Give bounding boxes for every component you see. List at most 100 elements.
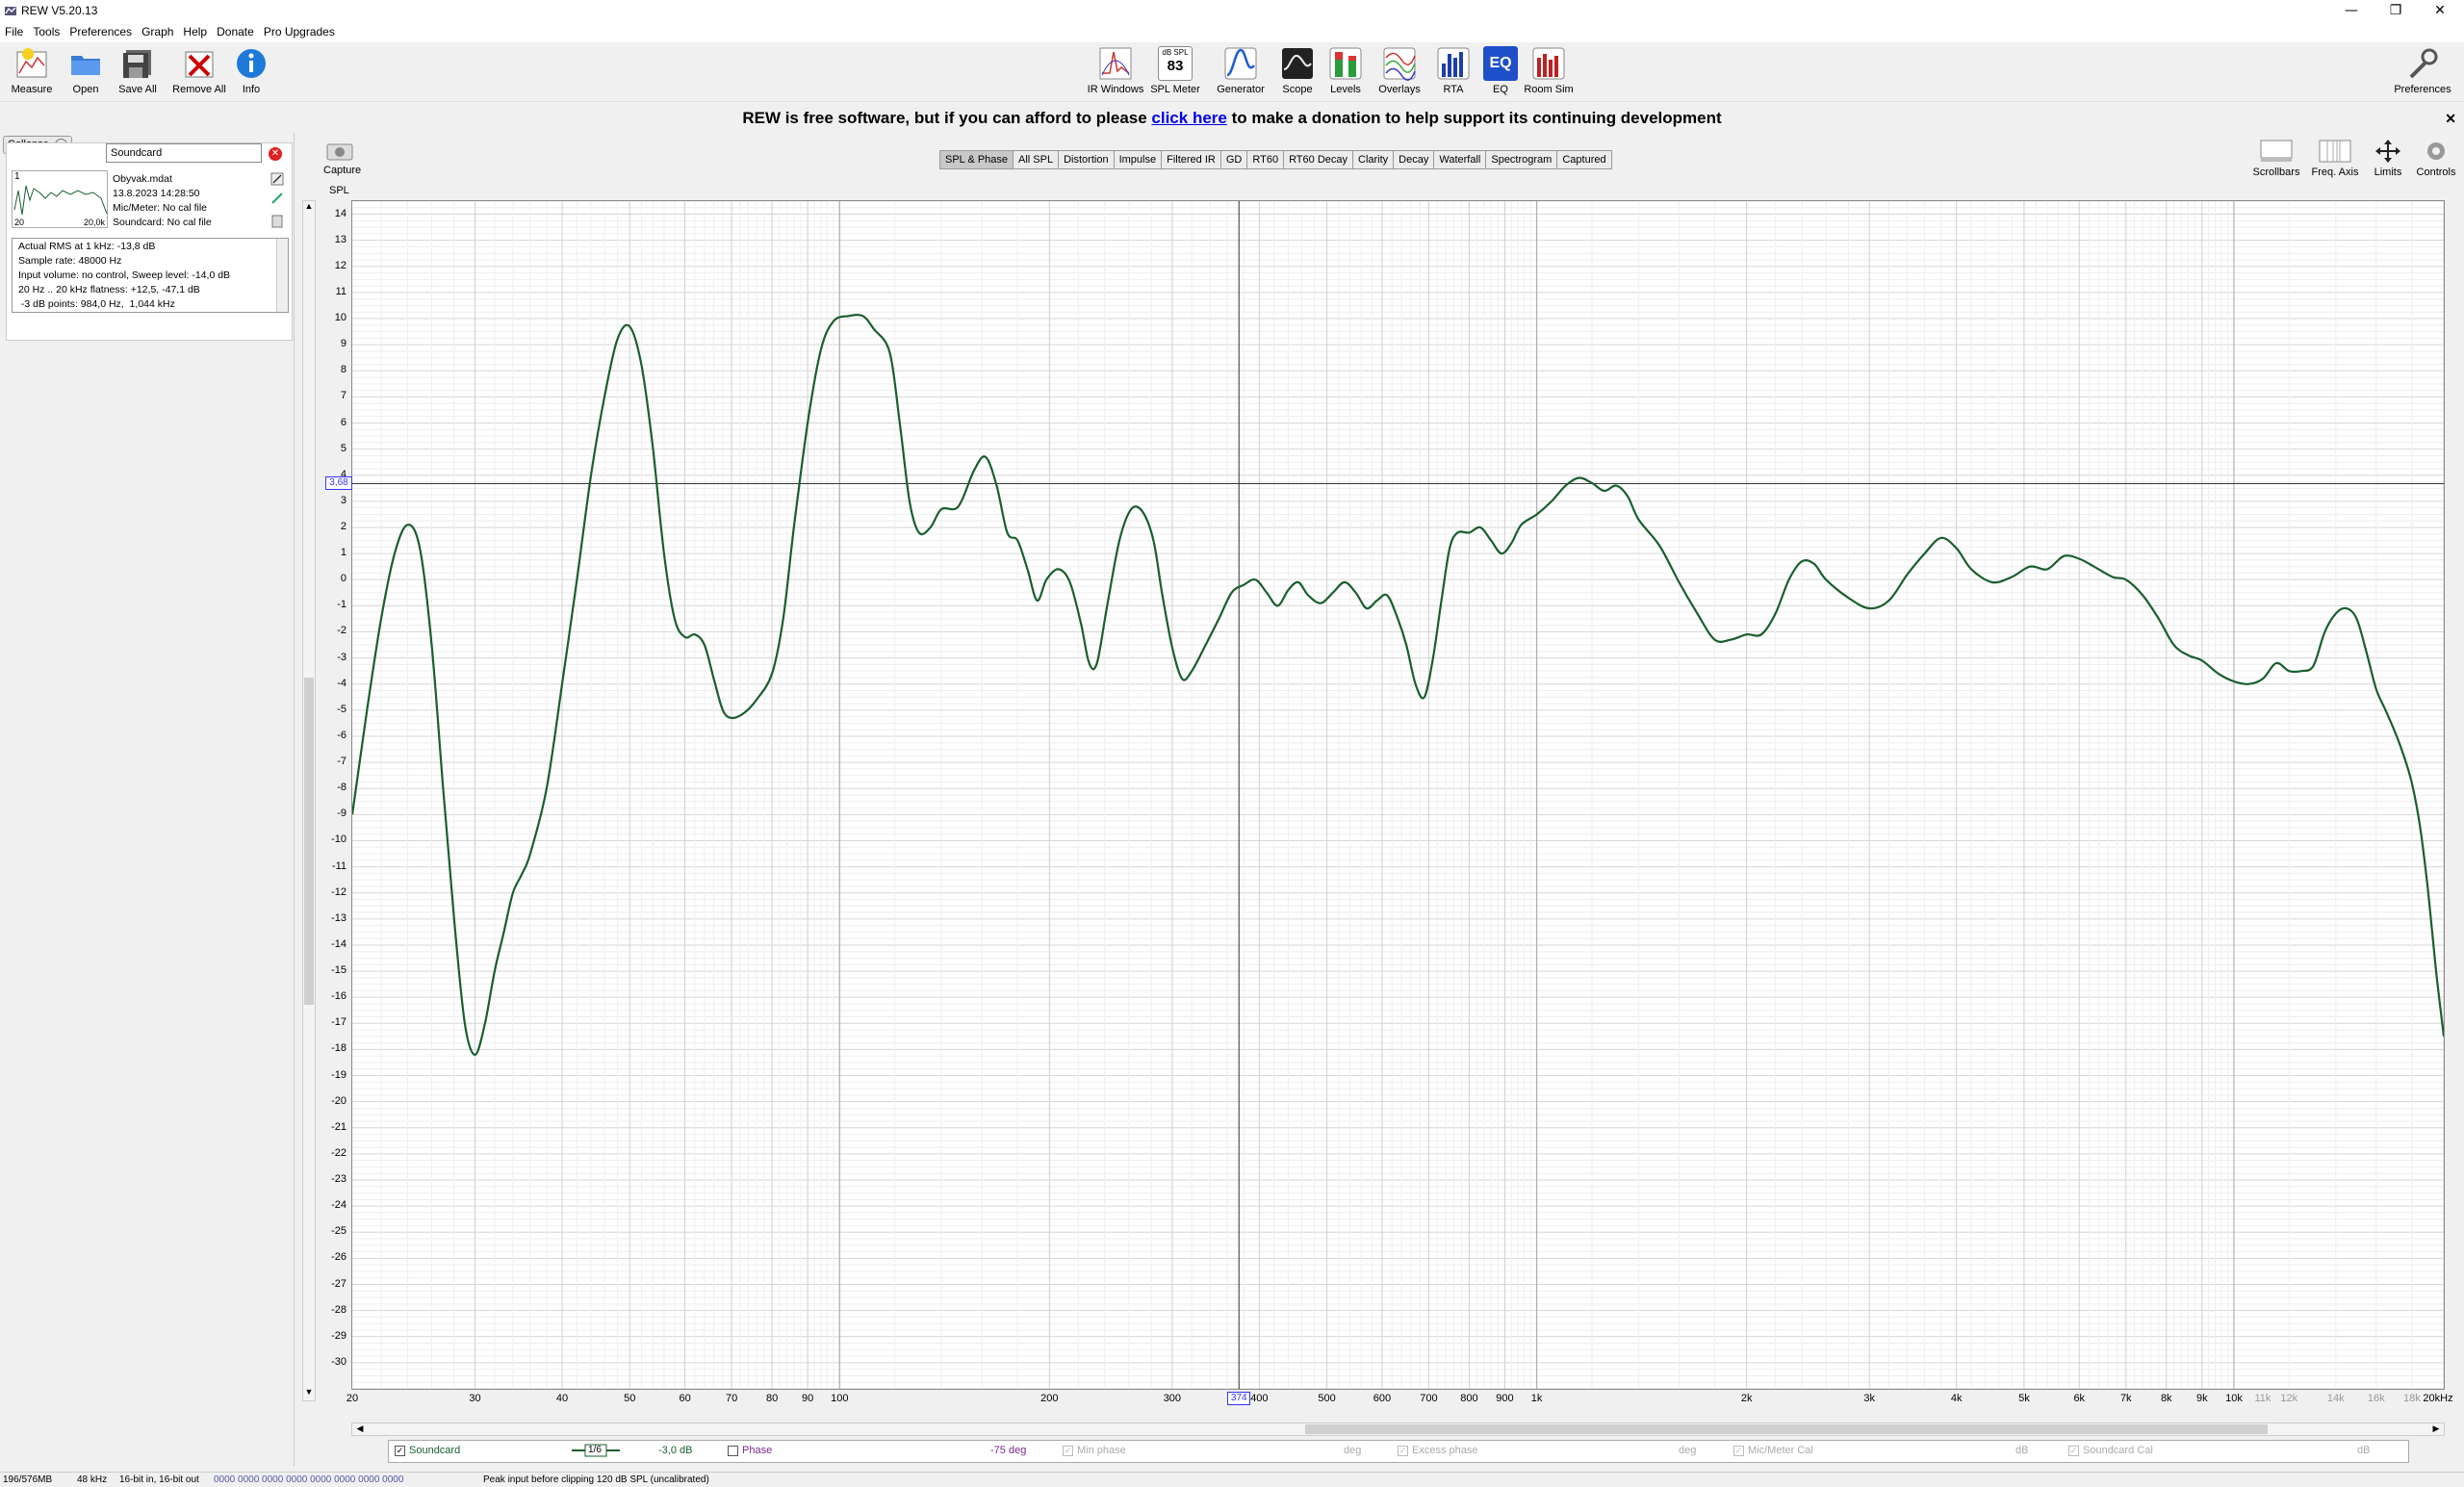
pen-icon[interactable] — [270, 192, 284, 205]
measurement-date: 13.8.2023 14:28:50 — [113, 188, 200, 199]
scrollbars-button[interactable]: Scrollbars — [2249, 139, 2303, 178]
y-tick-label: -25 — [331, 1225, 346, 1238]
edit-icon[interactable] — [270, 172, 284, 186]
menu-preferences[interactable]: Preferences — [64, 21, 137, 42]
menu-tools[interactable]: Tools — [28, 21, 64, 42]
y-tick-label: -19 — [331, 1068, 346, 1081]
memory-usage[interactable]: 196/576MB — [3, 1474, 52, 1485]
save-all-icon — [123, 50, 151, 78]
x-tick-label: 800 — [1460, 1393, 1478, 1404]
series-line-soundcard — [350, 313, 2446, 1057]
tab-waterfall[interactable]: Waterfall — [1433, 150, 1487, 169]
menu-help[interactable]: Help — [178, 21, 212, 42]
controls-button[interactable]: Controls — [2409, 139, 2463, 178]
banner-close-icon[interactable]: ✕ — [2445, 106, 2456, 131]
tab-spectrogram[interactable]: Spectrogram — [1485, 150, 1558, 169]
x-tick-label: 600 — [1373, 1393, 1392, 1404]
horizontal-scroll-thumb[interactable] — [1305, 1424, 2268, 1434]
horizontal-scrollbar[interactable]: ◀ ▶ — [351, 1423, 2445, 1436]
info-scrollbar[interactable] — [276, 239, 288, 312]
soundcard-trace-toggle[interactable]: ✓ Soundcard — [395, 1445, 460, 1456]
y-tick-label: 12 — [334, 259, 346, 271]
x-tick-label: 40 — [555, 1393, 569, 1404]
excess-phase-toggle[interactable]: ✓ Excess phase — [1398, 1445, 1477, 1456]
y-tick-label: -2 — [337, 625, 346, 637]
x-tick-label: 30 — [469, 1393, 481, 1404]
status-bar: 196/576MB 48 kHz 16-bit in, 16-bit out 0… — [0, 1472, 2464, 1487]
capture-button[interactable]: Capture — [323, 141, 361, 176]
tab-gd[interactable]: GD — [1219, 150, 1248, 169]
spl-graph[interactable] — [350, 200, 2446, 1390]
info-button[interactable]: Info — [218, 46, 285, 95]
tab-spl-phase[interactable]: SPL & Phase — [939, 150, 1014, 169]
x-tick-label: 70 — [725, 1393, 738, 1404]
measurement-item[interactable]: Soundcard ✕ 1 20 20,0k Obyvak.mdat 13.8.… — [6, 142, 293, 341]
open-folder-icon — [71, 56, 100, 75]
measurement-thumbnail[interactable]: 1 20 20,0k — [12, 170, 108, 228]
menu-donate[interactable]: Donate — [212, 21, 259, 42]
vertical-scroll-thumb[interactable] — [304, 678, 314, 1005]
save-all-button[interactable]: Save All — [104, 46, 171, 95]
minimize-button[interactable]: — — [2329, 0, 2374, 21]
note-icon[interactable] — [270, 215, 284, 228]
tab-captured[interactable]: Captured — [1556, 150, 1612, 169]
tab-filtered-ir[interactable]: Filtered IR — [1161, 150, 1221, 169]
room-sim-button[interactable]: Room Sim — [1515, 46, 1582, 95]
tab-all-spl[interactable]: All SPL — [1013, 150, 1060, 169]
y-tick-label: 3 — [340, 494, 346, 506]
cursor-x-readout: 374 — [1227, 1392, 1251, 1405]
y-tick-label: 14 — [334, 207, 346, 219]
preferences-button[interactable]: Preferences — [2389, 46, 2456, 95]
status-message: Peak input before clipping 120 dB SPL (u… — [483, 1474, 709, 1485]
freq-axis-icon — [2319, 140, 2351, 163]
wrench-icon — [2409, 48, 2438, 79]
spl-meter-button[interactable]: dB SPL 83 SPL Meter — [1142, 46, 1209, 95]
vertical-scrollbar[interactable]: ▲ ▼ — [302, 200, 316, 1401]
y-tick-label: -20 — [331, 1094, 346, 1107]
x-tick-label: 5k — [2018, 1393, 2030, 1404]
smoothing-selector[interactable]: 1/6 — [572, 1443, 620, 1457]
mic-cal-toggle[interactable]: ✓ Mic/Meter Cal — [1733, 1445, 1813, 1456]
maximize-button[interactable]: ❐ — [2374, 0, 2418, 21]
x-tick-label: 700 — [1420, 1393, 1438, 1404]
room-sim-icon — [1532, 47, 1565, 80]
soundcard-offset[interactable]: -3,0 dB — [658, 1445, 692, 1456]
tab-decay[interactable]: Decay — [1393, 150, 1435, 169]
tab-clarity[interactable]: Clarity — [1352, 150, 1395, 169]
close-window-button[interactable]: ✕ — [2418, 0, 2462, 21]
menu-bar: File Tools Preferences Graph Help Donate Pro U… — [0, 21, 2464, 42]
limits-arrows-icon — [2375, 140, 2400, 163]
generator-icon — [1224, 47, 1257, 80]
y-tick-label: -14 — [331, 937, 346, 950]
menu-pro-upgrades[interactable]: Pro Upgrades — [259, 21, 340, 42]
remove-measurement-icon[interactable]: ✕ — [269, 147, 282, 161]
phase-offset[interactable]: -75 deg — [990, 1445, 1026, 1456]
donation-link[interactable]: click here — [1151, 109, 1226, 127]
tab-rt60[interactable]: RT60 — [1246, 150, 1285, 169]
freq-axis-button[interactable]: Freq. Axis — [2308, 139, 2362, 178]
scroll-down-icon[interactable]: ▼ — [303, 1387, 315, 1400]
y-tick-label: -12 — [331, 885, 346, 898]
ir-windows-button[interactable]: IR Windows — [1082, 46, 1149, 95]
app-icon — [5, 7, 16, 15]
soundcard-cal-toggle[interactable]: ✓ Soundcard Cal — [2068, 1445, 2153, 1456]
x-tick-label: 500 — [1318, 1393, 1336, 1404]
phase-trace-toggle[interactable]: Phase — [728, 1445, 772, 1456]
tab-impulse[interactable]: Impulse — [1113, 150, 1163, 169]
x-tick-label: 20 — [346, 1393, 359, 1404]
checkbox-checked-icon[interactable]: ✓ — [395, 1445, 405, 1456]
menu-file[interactable]: File — [0, 21, 28, 42]
measurement-name-field[interactable]: Soundcard — [106, 143, 262, 163]
y-tick-label: 13 — [334, 233, 346, 245]
x-tick-label: 16k — [2367, 1393, 2385, 1404]
scroll-left-icon[interactable]: ◀ — [354, 1423, 366, 1435]
scroll-right-icon[interactable]: ▶ — [2430, 1423, 2442, 1435]
scroll-up-icon[interactable]: ▲ — [303, 201, 315, 215]
tab-distortion[interactable]: Distortion — [1058, 150, 1115, 169]
tab-rt60-decay[interactable]: RT60 Decay — [1283, 150, 1353, 169]
menu-graph[interactable]: Graph — [137, 21, 178, 42]
min-phase-toggle[interactable]: ✓ Min phase — [1063, 1445, 1126, 1456]
limits-button[interactable]: Limits — [2361, 139, 2415, 178]
y-axis-label: SPL — [329, 185, 349, 196]
excess-phase-unit: deg — [1679, 1445, 1697, 1456]
